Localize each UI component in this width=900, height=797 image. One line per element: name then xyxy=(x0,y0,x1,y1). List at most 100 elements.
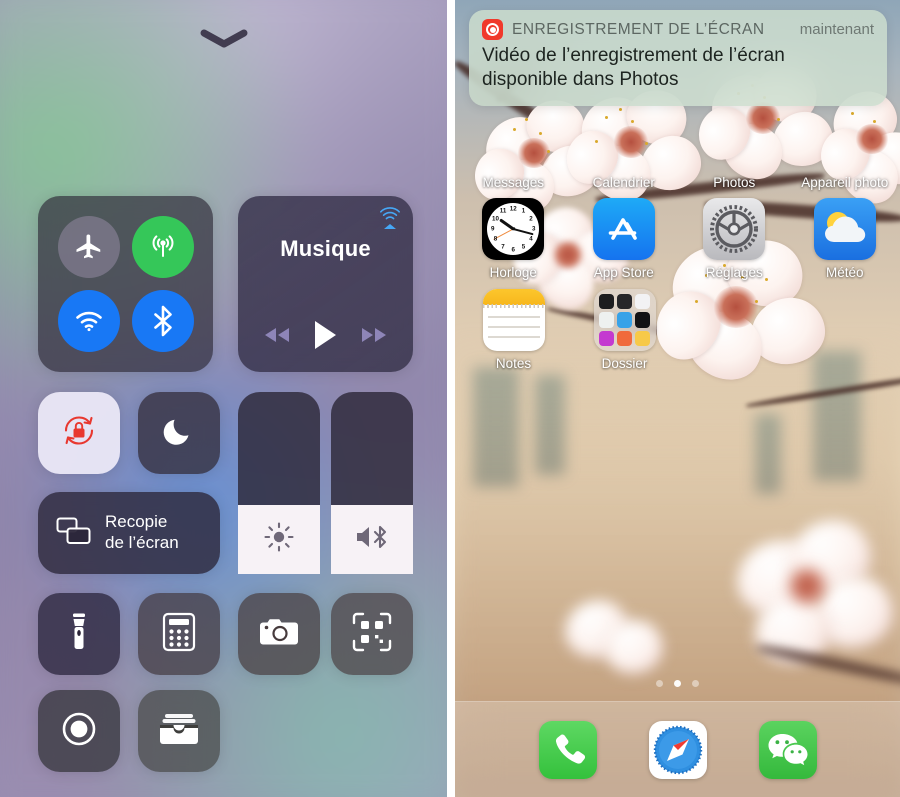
app-messages[interactable]: Messages xyxy=(458,108,569,190)
screen-mirroring-button[interactable]: Recopie de l’écran xyxy=(38,492,220,574)
weather-icon xyxy=(813,198,876,260)
notification-body: Vidéo de l’enregistrement de l’écran dis… xyxy=(482,45,785,91)
control-center-panel: Musique Recopie de l’écran xyxy=(0,0,447,797)
mini-icon xyxy=(598,294,614,310)
moon-icon xyxy=(162,414,196,453)
bluetooth-icon xyxy=(152,305,174,337)
page-dot[interactable] xyxy=(656,680,663,687)
app-photos[interactable]: Photos xyxy=(679,108,790,190)
mini-icon xyxy=(635,312,651,328)
app-label: App Store xyxy=(593,265,654,280)
calculator-button[interactable] xyxy=(138,593,220,675)
wifi-button[interactable] xyxy=(58,290,120,352)
app-row-3: Notes Dossier xyxy=(458,289,900,371)
screen-record-notification[interactable]: ENREGISTREMENT DE L’ÉCRAN maintenant Vid… xyxy=(469,10,887,106)
clock-numeral: 5 xyxy=(521,243,526,251)
app-app-store[interactable]: App Store xyxy=(569,198,680,280)
clock-numeral: 1 xyxy=(521,207,526,215)
app-label: Météo xyxy=(825,265,864,280)
notification-header: ENREGISTREMENT DE L’ÉCRAN maintenant xyxy=(482,19,874,40)
music-title: Musique xyxy=(280,236,371,261)
screen-mirroring-icon xyxy=(56,516,92,551)
safari-compass-icon[interactable] xyxy=(648,720,707,779)
app-reglages[interactable]: Réglages xyxy=(679,198,790,280)
page-dot-active[interactable] xyxy=(674,680,681,687)
notification-app-name: ENREGISTREMENT DE L’ÉCRAN xyxy=(512,20,765,38)
clock-numeral: 6 xyxy=(511,246,515,253)
app-horloge[interactable]: 1 2 3 4 5 6 7 8 9 10 11 12 Horloge xyxy=(458,198,569,280)
chevron-down-icon[interactable] xyxy=(198,28,250,50)
screen-record-button[interactable] xyxy=(38,690,120,772)
app-row-2: 1 2 3 4 5 6 7 8 9 10 11 12 Horloge App Store xyxy=(458,198,900,280)
rotation-lock-icon xyxy=(58,410,100,457)
clock-numeral: 9 xyxy=(491,225,495,233)
music-module[interactable]: Musique xyxy=(238,196,413,372)
mini-icon xyxy=(616,330,633,346)
phone-icon[interactable] xyxy=(538,720,597,779)
play-icon[interactable] xyxy=(312,320,338,350)
music-controls xyxy=(238,320,413,350)
volume-bluetooth-icon xyxy=(353,522,391,557)
qr-scanner-button[interactable] xyxy=(331,593,413,675)
clock-numeral: 11 xyxy=(499,207,507,215)
home-screen-panel: ENREGISTREMENT DE L’ÉCRAN maintenant Vid… xyxy=(455,0,900,797)
clock-numeral: 2 xyxy=(529,215,533,223)
mini-icon xyxy=(616,294,633,310)
brightness-icon xyxy=(262,520,296,559)
fast-forward-icon[interactable] xyxy=(359,326,389,344)
cellular-icon xyxy=(147,231,179,263)
clock-numeral: 3 xyxy=(532,225,536,233)
home-app-grid: Messages Calendrier Photos Appareil phot… xyxy=(455,108,900,371)
screen-mirroring-label-line1: Recopie xyxy=(105,512,168,532)
screen-mirroring-label: Recopie de l’écran xyxy=(105,512,179,553)
app-label: Photos xyxy=(713,175,756,190)
clock-numeral: 4 xyxy=(529,235,533,243)
wallet-button[interactable] xyxy=(138,690,220,772)
brightness-slider[interactable] xyxy=(238,392,320,574)
folder-icon xyxy=(593,289,656,351)
app-label: Appareil photo xyxy=(801,175,889,190)
app-label: Messages xyxy=(482,175,545,190)
screen-mirroring-label-line2: de l’écran xyxy=(105,533,179,552)
rotation-lock-button[interactable] xyxy=(38,392,120,474)
mini-icon xyxy=(598,330,614,346)
page-dot[interactable] xyxy=(692,680,699,687)
app-dossier[interactable]: Dossier xyxy=(569,289,680,371)
dock xyxy=(455,701,900,797)
app-label: Dossier xyxy=(601,356,648,371)
clock-numeral: 7 xyxy=(501,243,505,251)
rewind-icon[interactable] xyxy=(262,326,292,344)
clock-numeral: 10 xyxy=(492,215,499,223)
mini-icon xyxy=(635,294,651,310)
clock-icon: 1 2 3 4 5 6 7 8 9 10 11 12 xyxy=(482,198,545,260)
volume-slider[interactable] xyxy=(331,392,413,574)
camera-button[interactable] xyxy=(238,593,320,675)
airplay-audio-icon[interactable] xyxy=(377,204,403,230)
page-indicator xyxy=(455,680,900,687)
app-appareil-photo[interactable]: Appareil photo xyxy=(790,108,900,190)
flashlight-button[interactable] xyxy=(38,593,120,675)
mini-icon xyxy=(598,312,614,328)
panel-divider xyxy=(447,0,455,797)
app-calendrier[interactable]: Calendrier xyxy=(569,108,680,190)
airplane-icon xyxy=(74,232,104,262)
mini-icon xyxy=(635,330,651,346)
app-label: Calendrier xyxy=(592,175,655,190)
calculator-icon xyxy=(162,612,196,657)
app-notes[interactable]: Notes xyxy=(458,289,569,371)
bluetooth-button[interactable] xyxy=(132,290,194,352)
appstore-icon xyxy=(592,198,655,260)
airplane-mode-button[interactable] xyxy=(58,216,120,278)
app-row-1: Messages Calendrier Photos Appareil phot… xyxy=(458,108,900,190)
app-meteo[interactable]: Météo xyxy=(790,198,900,280)
notes-icon xyxy=(482,289,545,351)
cellular-data-button[interactable] xyxy=(132,216,194,278)
app-label: Notes xyxy=(495,356,532,371)
screen-record-icon xyxy=(58,708,100,755)
wallet-icon xyxy=(159,712,199,751)
connectivity-module[interactable] xyxy=(38,196,213,372)
do-not-disturb-button[interactable] xyxy=(138,392,220,474)
flashlight-icon xyxy=(63,612,95,657)
screenshot-root: Musique Recopie de l’écran ENREGISTREMEN… xyxy=(0,0,900,797)
wechat-icon[interactable] xyxy=(758,720,817,779)
